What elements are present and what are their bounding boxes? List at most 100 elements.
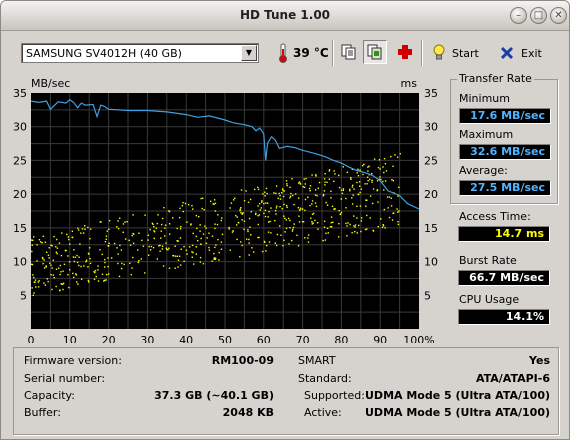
access-time-point — [107, 245, 109, 247]
access-time-point — [345, 222, 347, 225]
access-time-point — [328, 178, 330, 180]
access-time-point — [260, 201, 263, 203]
access-time-point — [333, 208, 336, 210]
right-tick-label: 15 — [424, 222, 438, 235]
access-time-point — [103, 280, 105, 282]
access-time-point — [66, 233, 68, 236]
access-time-point — [185, 249, 188, 251]
access-time-point — [41, 242, 43, 244]
drive-select-value: SAMSUNG SV4012H (40 GB) — [26, 47, 182, 60]
access-time-point — [184, 202, 187, 205]
access-time-point — [292, 226, 295, 229]
access-time-point — [360, 230, 362, 233]
access-time-point — [73, 260, 76, 263]
access-time-point — [240, 211, 242, 214]
access-time-point — [83, 225, 86, 227]
access-time-point — [77, 229, 80, 231]
chevron-down-icon[interactable]: ▼ — [241, 45, 257, 61]
start-label: Start — [452, 46, 479, 60]
access-time-point — [241, 212, 244, 214]
access-time-point — [85, 259, 88, 262]
access-time-point — [67, 236, 70, 238]
access-time-point — [215, 244, 217, 246]
access-time-point — [304, 183, 307, 185]
access-time-point — [261, 250, 264, 253]
access-time-point — [99, 221, 101, 223]
access-time-point — [364, 228, 367, 231]
access-time-point — [377, 201, 379, 203]
access-time-point — [330, 216, 333, 218]
access-time-point — [338, 174, 340, 177]
access-time-point — [67, 255, 69, 257]
access-time-point — [356, 181, 358, 184]
drive-select[interactable]: SAMSUNG SV4012H (40 GB) ▼ — [21, 43, 259, 63]
access-time-point — [178, 216, 181, 219]
access-time-point — [179, 228, 182, 230]
access-time-point — [371, 202, 374, 205]
access-time-point — [298, 215, 300, 217]
access-time-point — [218, 259, 220, 261]
access-time-point — [118, 275, 121, 278]
minimize-button[interactable]: – — [510, 7, 527, 24]
serial-label: Serial number: — [24, 372, 106, 385]
access-time-point — [311, 203, 313, 205]
access-time-point — [351, 184, 354, 187]
copy-screenshot-button[interactable] — [363, 40, 387, 64]
access-time-point — [340, 189, 343, 191]
access-time-point — [346, 225, 348, 227]
access-time-point — [85, 260, 87, 263]
access-time-point — [165, 242, 167, 244]
access-time-point — [132, 214, 134, 216]
access-time-point — [277, 197, 279, 200]
access-time-point — [257, 223, 259, 226]
access-time-point — [153, 225, 155, 228]
access-time-point — [220, 219, 222, 222]
access-time-point — [245, 190, 247, 192]
right-tick-label: 35 — [424, 87, 438, 100]
access-time-point — [317, 187, 319, 189]
access-time-point — [106, 230, 109, 232]
access-time-point — [93, 278, 96, 280]
maximize-button[interactable]: □ — [530, 7, 547, 24]
access-time-point — [236, 238, 238, 241]
access-time-point — [129, 244, 132, 246]
access-time-point — [174, 245, 176, 247]
access-time-point — [45, 266, 47, 268]
access-time-point — [279, 198, 282, 200]
copy-button[interactable] — [337, 40, 361, 64]
health-button[interactable] — [393, 40, 417, 64]
access-time-point — [397, 211, 399, 213]
access-time-point — [379, 176, 381, 178]
access-time-point — [164, 224, 167, 226]
access-time-point — [89, 257, 91, 260]
access-time-point — [119, 244, 121, 247]
title-bar[interactable]: HD Tune 1.00 – □ ✕ — [1, 1, 569, 31]
access-time-point — [36, 260, 38, 262]
access-time-point — [105, 238, 107, 240]
buffer-label: Buffer: — [24, 406, 61, 419]
exit-button[interactable]: Exit — [500, 43, 542, 63]
access-time-point — [156, 222, 158, 225]
access-time-point — [179, 264, 182, 266]
access-time-point — [229, 207, 231, 209]
capacity-value: 37.3 GB (~40.1 GB) — [154, 389, 274, 402]
close-button[interactable]: ✕ — [550, 7, 567, 24]
access-time-point — [289, 219, 291, 222]
start-button[interactable]: Start — [433, 43, 479, 63]
access-time-point — [326, 204, 329, 206]
access-time-point — [279, 225, 281, 227]
access-time-point — [44, 241, 47, 244]
access-time-point — [230, 202, 233, 204]
access-time-point — [311, 213, 314, 216]
access-time-point — [56, 252, 58, 255]
access-time-point — [147, 234, 149, 236]
burst-rate-label: Burst Rate — [459, 254, 517, 267]
access-time-point — [281, 208, 283, 210]
access-time-point — [32, 239, 34, 242]
access-time-point — [229, 249, 231, 251]
access-time-point — [81, 228, 84, 230]
access-time-point — [316, 195, 318, 197]
access-time-point — [116, 226, 118, 228]
transfer-rate-title: Transfer Rate — [457, 72, 534, 85]
access-time-point — [288, 243, 290, 245]
